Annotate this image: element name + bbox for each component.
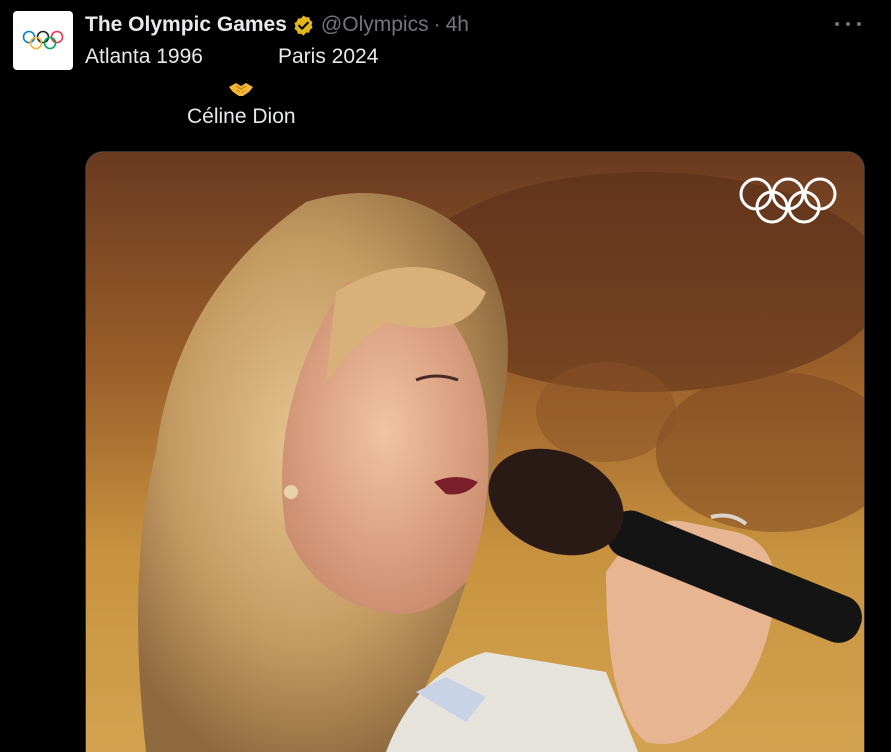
olympic-rings-watermark-icon [739, 177, 837, 224]
author-name[interactable]: The Olympic Games [85, 13, 287, 37]
post-text-celine: Céline Dion [187, 105, 296, 128]
more-dot-icon [835, 22, 839, 26]
more-options-button[interactable] [835, 13, 861, 35]
author-handle[interactable]: @Olympics [321, 13, 429, 37]
post-text-atlanta: Atlanta 1996 [85, 45, 203, 68]
olympic-rings-avatar[interactable] [13, 11, 73, 70]
more-dot-icon [857, 22, 861, 26]
video-media[interactable] [85, 151, 865, 752]
meta-separator: · [433, 13, 441, 36]
handshake-emoji-icon [229, 83, 253, 96]
olympic-rings-icon [22, 30, 64, 49]
post-text-paris: Paris 2024 [278, 45, 379, 68]
video-frame-image [86, 152, 864, 752]
verified-badge-icon[interactable] [292, 14, 315, 37]
tweet-header: The Olympic Games @Olympics · 4h [85, 11, 469, 39]
tweet[interactable]: The Olympic Games @Olympics · 4h Atlanta… [0, 0, 891, 752]
post-timestamp[interactable]: 4h [446, 13, 469, 37]
more-dot-icon [846, 22, 850, 26]
